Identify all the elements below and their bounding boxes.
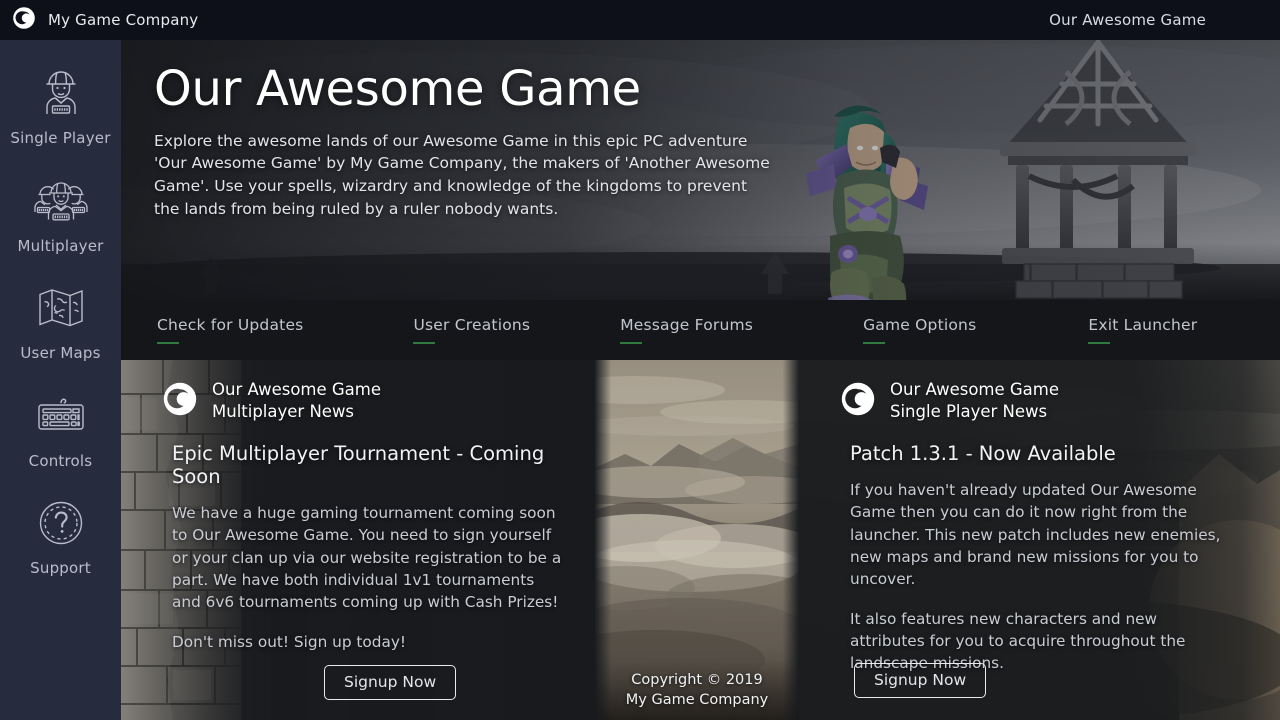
nav-item-message-forums[interactable]: Message Forums — [620, 316, 753, 344]
page-title: Our Awesome Game — [154, 61, 641, 117]
news-panels: Our Awesome Game Multiplayer News Epic M… — [121, 360, 1280, 720]
brand-area[interactable]: My Game Company — [0, 6, 198, 34]
sidebar-nav: Single Player Multiplayer User Maps Cont… — [0, 40, 121, 720]
center-panel-content: Copyright © 2019 My Game Company — [595, 360, 799, 720]
nav-item-user-creations[interactable]: User Creations — [413, 316, 530, 344]
news-paragraph: We have a huge gaming tournament coming … — [172, 503, 562, 612]
hero-banner: Our Awesome Game Explore the awesome lan… — [121, 40, 1280, 300]
sidebar-item-label: Support — [30, 559, 91, 577]
nav-item-check-for-updates[interactable]: Check for Updates — [157, 316, 303, 344]
news-source-game: Our Awesome Game — [890, 380, 1060, 399]
news-paragraph: If you haven't already updated Our Aweso… — [850, 480, 1221, 589]
sidebar-item-label: Multiplayer — [17, 236, 104, 255]
sidebar-item-label: User Maps — [20, 344, 101, 362]
copyright-line-1: Copyright © 2019 — [631, 672, 763, 689]
news-source-game: Our Awesome Game — [212, 380, 382, 399]
multiplayer-news-title: Epic Multiplayer Tournament - Coming Soo… — [172, 441, 545, 488]
multiplayer-header-text: Our Awesome Game Multiplayer News — [212, 379, 381, 423]
company-ring-logo-icon — [12, 6, 36, 34]
multiplayer-news-body: We have a huge gaming tournament coming … — [172, 502, 566, 653]
multiplayer-news-panel: Our Awesome Game Multiplayer News Epic M… — [121, 360, 595, 720]
singleplayer-content: Our Awesome Game Single Player News Patc… — [799, 360, 1280, 720]
singleplayer-news-panel: Our Awesome Game Single Player News Patc… — [799, 360, 1280, 720]
singleplayer-news-body: If you haven't already updated Our Aweso… — [850, 479, 1236, 675]
copyright-line-2: My Game Company — [625, 691, 769, 708]
game-launcher-window: My Game Company Our Awesome Game Single … — [0, 0, 1280, 720]
center-image-panel: Copyright © 2019 My Game Company — [595, 360, 799, 720]
singleplayer-news-header: Our Awesome Game Single Player News — [799, 360, 1280, 423]
nav-item-exit-launcher[interactable]: Exit Launcher — [1088, 316, 1197, 344]
news-source-channel: Single Player News — [890, 401, 1048, 421]
singleplayer-news-title: Patch 1.3.1 - Now Available — [850, 441, 1116, 465]
sidebar-item-label: Single Player — [10, 129, 111, 147]
company-ring-logo-icon — [840, 381, 876, 421]
top-bar: My Game Company Our Awesome Game — [0, 0, 1280, 40]
main-nav-bar: Check for Updates User Creations Message… — [121, 300, 1280, 360]
sidebar-item-support[interactable]: Support — [0, 492, 121, 577]
hero-text-block: Our Awesome Game Explore the awesome lan… — [154, 61, 774, 220]
multiplayer-signup-button[interactable]: Signup Now — [324, 665, 457, 700]
news-paragraph: Don't miss out! Sign up today! — [172, 632, 407, 651]
single-worker-icon — [30, 62, 92, 124]
multiplayer-news-header: Our Awesome Game Multiplayer News — [121, 360, 595, 423]
question-mark-circle-icon — [30, 492, 92, 554]
multiplayer-content: Our Awesome Game Multiplayer News Epic M… — [121, 360, 595, 720]
sidebar-item-multiplayer[interactable]: Multiplayer — [0, 170, 121, 255]
sidebar-item-single-player[interactable]: Single Player — [0, 62, 121, 147]
news-source-channel: Multiplayer News — [212, 401, 355, 421]
singleplayer-signup-button[interactable]: Signup Now — [854, 663, 987, 698]
sidebar-item-label: Controls — [28, 451, 93, 470]
active-game-title: Our Awesome Game — [1049, 11, 1206, 29]
copyright-notice: Copyright © 2019 My Game Company — [595, 671, 799, 710]
hero-description: Explore the awesome lands of our Awesome… — [154, 131, 770, 218]
folded-map-icon — [30, 277, 92, 339]
sidebar-item-user-maps[interactable]: User Maps — [0, 277, 121, 362]
sidebar-item-controls[interactable]: Controls — [0, 385, 121, 470]
company-ring-logo-icon — [162, 381, 198, 421]
company-name: My Game Company — [48, 11, 199, 29]
singleplayer-header-text: Our Awesome Game Single Player News — [890, 379, 1059, 423]
keyboard-icon — [30, 385, 92, 447]
multiple-workers-icon — [30, 170, 92, 232]
nav-item-game-options[interactable]: Game Options — [863, 316, 976, 344]
